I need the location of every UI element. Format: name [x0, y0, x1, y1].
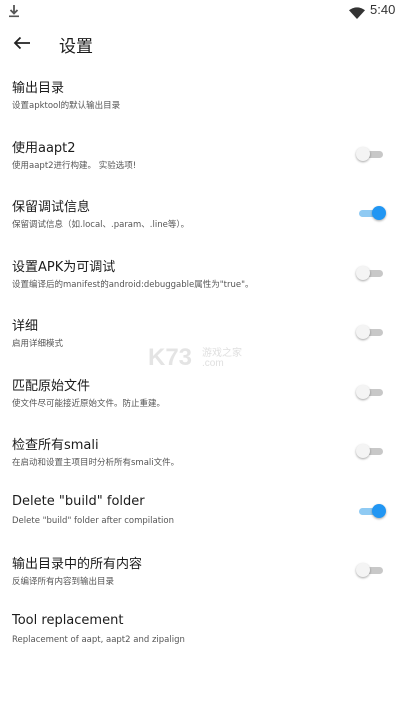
toggle-thumb: [356, 563, 370, 577]
setting-summary: Replacement of aapt, aapt2 and zipalign: [12, 634, 185, 645]
toggle-thumb: [356, 146, 370, 161]
setting-output-directory[interactable]: 输出目录 设置apktool的默认输出目录: [0, 64, 400, 124]
toggle-thumb: [372, 206, 386, 220]
toggle-thumb: [356, 444, 370, 458]
keep-debug-info-toggle[interactable]: [356, 206, 386, 220]
setting-output-all-content[interactable]: 输出目录中的所有内容 反编译所有内容到输出目录: [0, 540, 400, 600]
watermark: K73 游戏之家 .com: [148, 342, 263, 376]
setting-title: Delete "build" folder: [12, 493, 145, 509]
setting-summary: 设置apktool的默认输出目录: [12, 101, 121, 111]
setting-tool-replacement[interactable]: Tool replacement Replacement of aapt, aa…: [0, 600, 400, 660]
setting-title: 检查所有smali: [12, 438, 99, 453]
setting-summary: 使文件尽可能接近原始文件。防止重建。: [12, 398, 166, 409]
page-title: 设置: [59, 37, 93, 57]
setting-summary: 启用详细模式: [12, 339, 64, 349]
setting-summary: Delete "build" folder after compilation: [12, 515, 175, 526]
setting-title: 详细: [12, 319, 39, 334]
setting-summary: 反编译所有内容到输出目录: [12, 577, 115, 587]
match-original-toggle[interactable]: [356, 384, 386, 399]
setting-summary: 保留调试信息（如.local、.param、.line等）。: [12, 220, 190, 230]
setting-keep-debug-info[interactable]: 保留调试信息 保留调试信息（如.local、.param、.line等）。: [0, 183, 400, 243]
download-icon: [8, 3, 20, 18]
status-bar: 5:40: [0, 0, 400, 24]
setting-check-all-smali[interactable]: 检查所有smali 在启动和设置主项目时分析所有smali文件。: [0, 421, 400, 481]
delete-build-folder-toggle[interactable]: [356, 503, 386, 518]
toggle-thumb: [356, 265, 370, 280]
debuggable-apk-toggle[interactable]: [356, 265, 386, 280]
watermark-logo: K73: [148, 344, 193, 371]
setting-title: 使用aapt2: [12, 140, 76, 156]
setting-title: 保留调试信息: [12, 200, 91, 215]
setting-title: Tool replacement: [12, 612, 124, 628]
setting-summary: 设置编译后的manifest的android:debuggable属性为"tru…: [12, 279, 254, 290]
use-aapt2-toggle[interactable]: [356, 146, 386, 161]
toggle-thumb: [356, 384, 370, 399]
check-all-smali-toggle[interactable]: [356, 444, 386, 458]
output-all-content-toggle[interactable]: [356, 563, 386, 577]
arrow-left-icon: [13, 35, 31, 54]
status-time: 5:40: [370, 2, 396, 17]
watermark-text: 游戏之家: [202, 348, 242, 359]
toggle-thumb: [372, 503, 386, 518]
app-bar: 设置: [0, 24, 400, 64]
setting-use-aapt2[interactable]: 使用aapt2 使用aapt2进行构建。 实验选项!: [0, 124, 400, 184]
setting-title: 匹配原始文件: [12, 378, 91, 394]
back-button[interactable]: [8, 30, 36, 58]
watermark-url: .com: [202, 358, 224, 369]
setting-summary: 使用aapt2进行构建。 实验选项!: [12, 160, 137, 171]
setting-summary: 在启动和设置主项目时分析所有smali文件。: [12, 458, 180, 468]
setting-title: 设置APK为可调试: [12, 259, 116, 275]
setting-debuggable-apk[interactable]: 设置APK为可调试 设置编译后的manifest的android:debugga…: [0, 243, 400, 303]
toggle-thumb: [356, 325, 370, 339]
verbose-toggle[interactable]: [356, 325, 386, 339]
wifi-icon: [349, 4, 365, 19]
setting-title: 输出目录: [12, 81, 65, 96]
setting-delete-build-folder[interactable]: Delete "build" folder Delete "build" fol…: [0, 481, 400, 541]
setting-title: 输出目录中的所有内容: [12, 557, 143, 572]
